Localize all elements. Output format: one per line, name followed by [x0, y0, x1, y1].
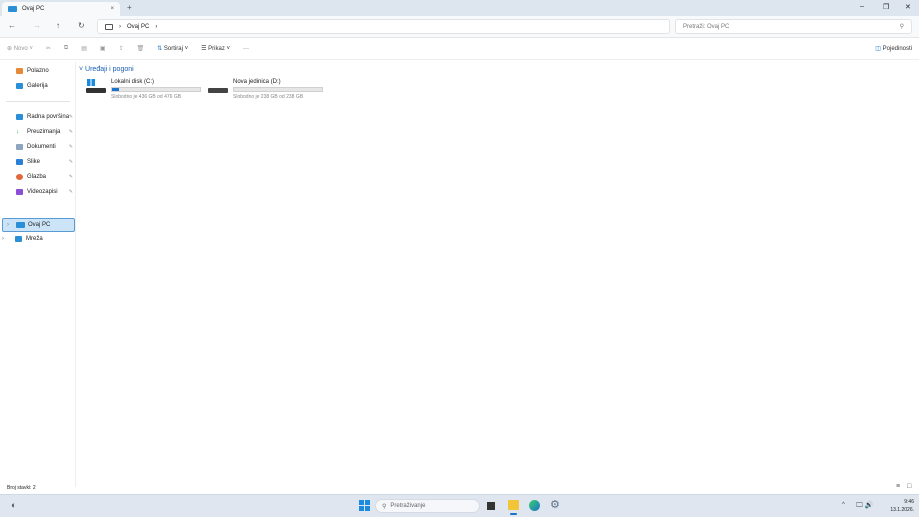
network-icon [15, 236, 22, 242]
widgets-icon[interactable]: ◐ [11, 500, 16, 510]
forward-button[interactable]: → [33, 21, 41, 30]
sidebar-item-radna-povrsina[interactable]: Radna površina ✎ [16, 114, 76, 120]
search-placeholder: Pretraži: Ovaj PC [683, 23, 730, 30]
sidebar-item-mreza[interactable]: › Mreža [2, 236, 62, 242]
task-view-icon[interactable] [487, 502, 495, 510]
chevron-right-icon[interactable]: › [7, 222, 9, 228]
drive-d[interactable]: Nova jedinica (D:) Slobodno je 238 GB od… [208, 79, 323, 100]
sidebar-item-ovaj-pc[interactable]: › Ovaj PC [2, 218, 75, 232]
edge-icon[interactable] [529, 500, 540, 511]
pc-icon [8, 6, 17, 12]
sidebar-item-preuzimanja[interactable]: ↓ Preuzimanja ✎ [16, 129, 76, 135]
drive-d-icon [208, 79, 228, 95]
list-view-icon[interactable]: ≡ [896, 483, 900, 490]
drive-usage-bar [233, 87, 323, 92]
drive-usage-bar [111, 87, 201, 92]
tab-ovaj-pc[interactable]: Ovaj PC × [2, 2, 120, 16]
documents-icon [16, 144, 23, 150]
taskbar: ◐ ⚲ Pretraživanje ⚙ ^ 🖵 🔊 9:46 13.1.2026. [0, 494, 919, 517]
tab-title: Ovaj PC [22, 6, 45, 12]
drive-name: Lokalni disk (C:) [111, 79, 155, 85]
minimize-button[interactable]: – [860, 3, 864, 10]
search-icon: ⚲ [382, 503, 387, 510]
clock[interactable]: 9:46 13.1.2026. [878, 498, 914, 514]
view-button[interactable]: ☰ Prikaz ˅ [201, 45, 230, 52]
copy-icon[interactable]: ⧉ [64, 45, 68, 52]
music-icon [16, 174, 23, 180]
cut-icon[interactable]: ✂ [46, 45, 51, 52]
sidebar-item-glazba[interactable]: Glazba ✎ [16, 174, 76, 180]
drive-free-space: Slobodno je 436 GB od 476 GB [111, 94, 182, 100]
search-icon: ⚲ [899, 24, 904, 30]
videos-icon [16, 189, 23, 195]
sidebar-item-videozapisi[interactable]: Videozapisi ✎ [16, 189, 76, 195]
settings-icon[interactable]: ⚙ [550, 498, 560, 511]
section-header[interactable]: ˅ Uređaji i pogoni [79, 66, 134, 73]
sidebar-item-polazno[interactable]: Polazno [16, 68, 76, 74]
sidebar: Polazno Galerija Radna površina ✎ ↓ Preuzi… [0, 62, 76, 487]
pin-icon: ✎ [68, 144, 73, 150]
taskbar-search[interactable]: ⚲ Pretraživanje [375, 499, 480, 513]
new-tab-button[interactable]: + [127, 3, 132, 12]
monitor-icon [105, 23, 113, 30]
new-button[interactable]: ⊕ Novo ˅ [7, 45, 33, 52]
divider [6, 101, 70, 102]
close-button[interactable]: ✕ [905, 3, 911, 11]
gallery-icon [16, 83, 23, 89]
drive-free-space: Slobodno je 238 GB od 238 GB [233, 94, 304, 100]
pin-icon: ✎ [68, 114, 73, 120]
pictures-icon [16, 159, 23, 165]
active-indicator [510, 513, 517, 515]
home-icon [16, 68, 23, 74]
desktop-icon [16, 114, 23, 120]
status-item-count: Broj stavki: 2 [7, 485, 36, 491]
refresh-button[interactable]: ↻ [78, 21, 85, 30]
share-icon[interactable]: ⇪ [119, 45, 124, 52]
sidebar-item-dokumenti[interactable]: Dokumenti ✎ [16, 144, 76, 150]
start-icon[interactable] [359, 500, 370, 511]
tab-bar: Ovaj PC × + – ❐ ✕ [0, 0, 919, 16]
up-button[interactable]: ↑ [56, 21, 60, 30]
pin-icon: ✎ [68, 174, 73, 180]
chevron-up-icon[interactable]: ^ [842, 502, 845, 508]
address-bar[interactable]: › Ovaj PC › [97, 19, 670, 34]
drive-name: Nova jedinica (D:) [233, 79, 281, 85]
search-input[interactable]: Pretraži: Ovaj PC ⚲ [675, 19, 912, 34]
address-row: ← → ↑ ↻ › Ovaj PC › Pretraži: Ovaj PC ⚲ [0, 16, 919, 38]
download-icon: ↓ [16, 129, 19, 135]
tiles-view-icon[interactable]: □ [907, 483, 911, 490]
network-volume-icons[interactable]: 🖵 🔊 [856, 501, 873, 510]
details-button[interactable]: ◫ Pojedinosti [875, 45, 912, 52]
pin-icon: ✎ [68, 189, 73, 195]
pin-icon: ✎ [68, 129, 73, 135]
sidebar-item-galerija[interactable]: Galerija [16, 83, 76, 89]
sort-button[interactable]: ⇅ Sortiraj ˅ [157, 45, 188, 52]
toolbar: ⊕ Novo ˅ ✂ ⧉ ▤ ▣ ⇪ 🗑 ⇅ Sortiraj ˅ ☰ Prik… [0, 38, 919, 60]
paste-icon[interactable]: ▤ [81, 45, 87, 52]
drive-c-icon [86, 79, 106, 95]
breadcrumb[interactable]: Ovaj PC [127, 24, 149, 30]
close-tab-button[interactable]: × [110, 6, 114, 12]
rename-icon[interactable]: ▣ [100, 45, 106, 52]
chevron-right-icon: › [2, 236, 4, 242]
drive-c[interactable]: Lokalni disk (C:) Slobodno je 436 GB od … [86, 79, 201, 100]
more-button[interactable]: ··· [243, 46, 249, 52]
maximize-button[interactable]: ❐ [883, 3, 889, 11]
chevron-right-icon[interactable]: › [155, 24, 157, 30]
sidebar-item-slike[interactable]: Slike ✎ [16, 159, 76, 165]
back-button[interactable]: ← [8, 21, 16, 30]
chevron-right-icon: › [119, 23, 121, 30]
delete-icon[interactable]: 🗑 [137, 45, 145, 52]
pc-icon [16, 222, 25, 228]
file-explorer-icon[interactable] [508, 500, 519, 510]
pin-icon: ✎ [68, 159, 73, 165]
